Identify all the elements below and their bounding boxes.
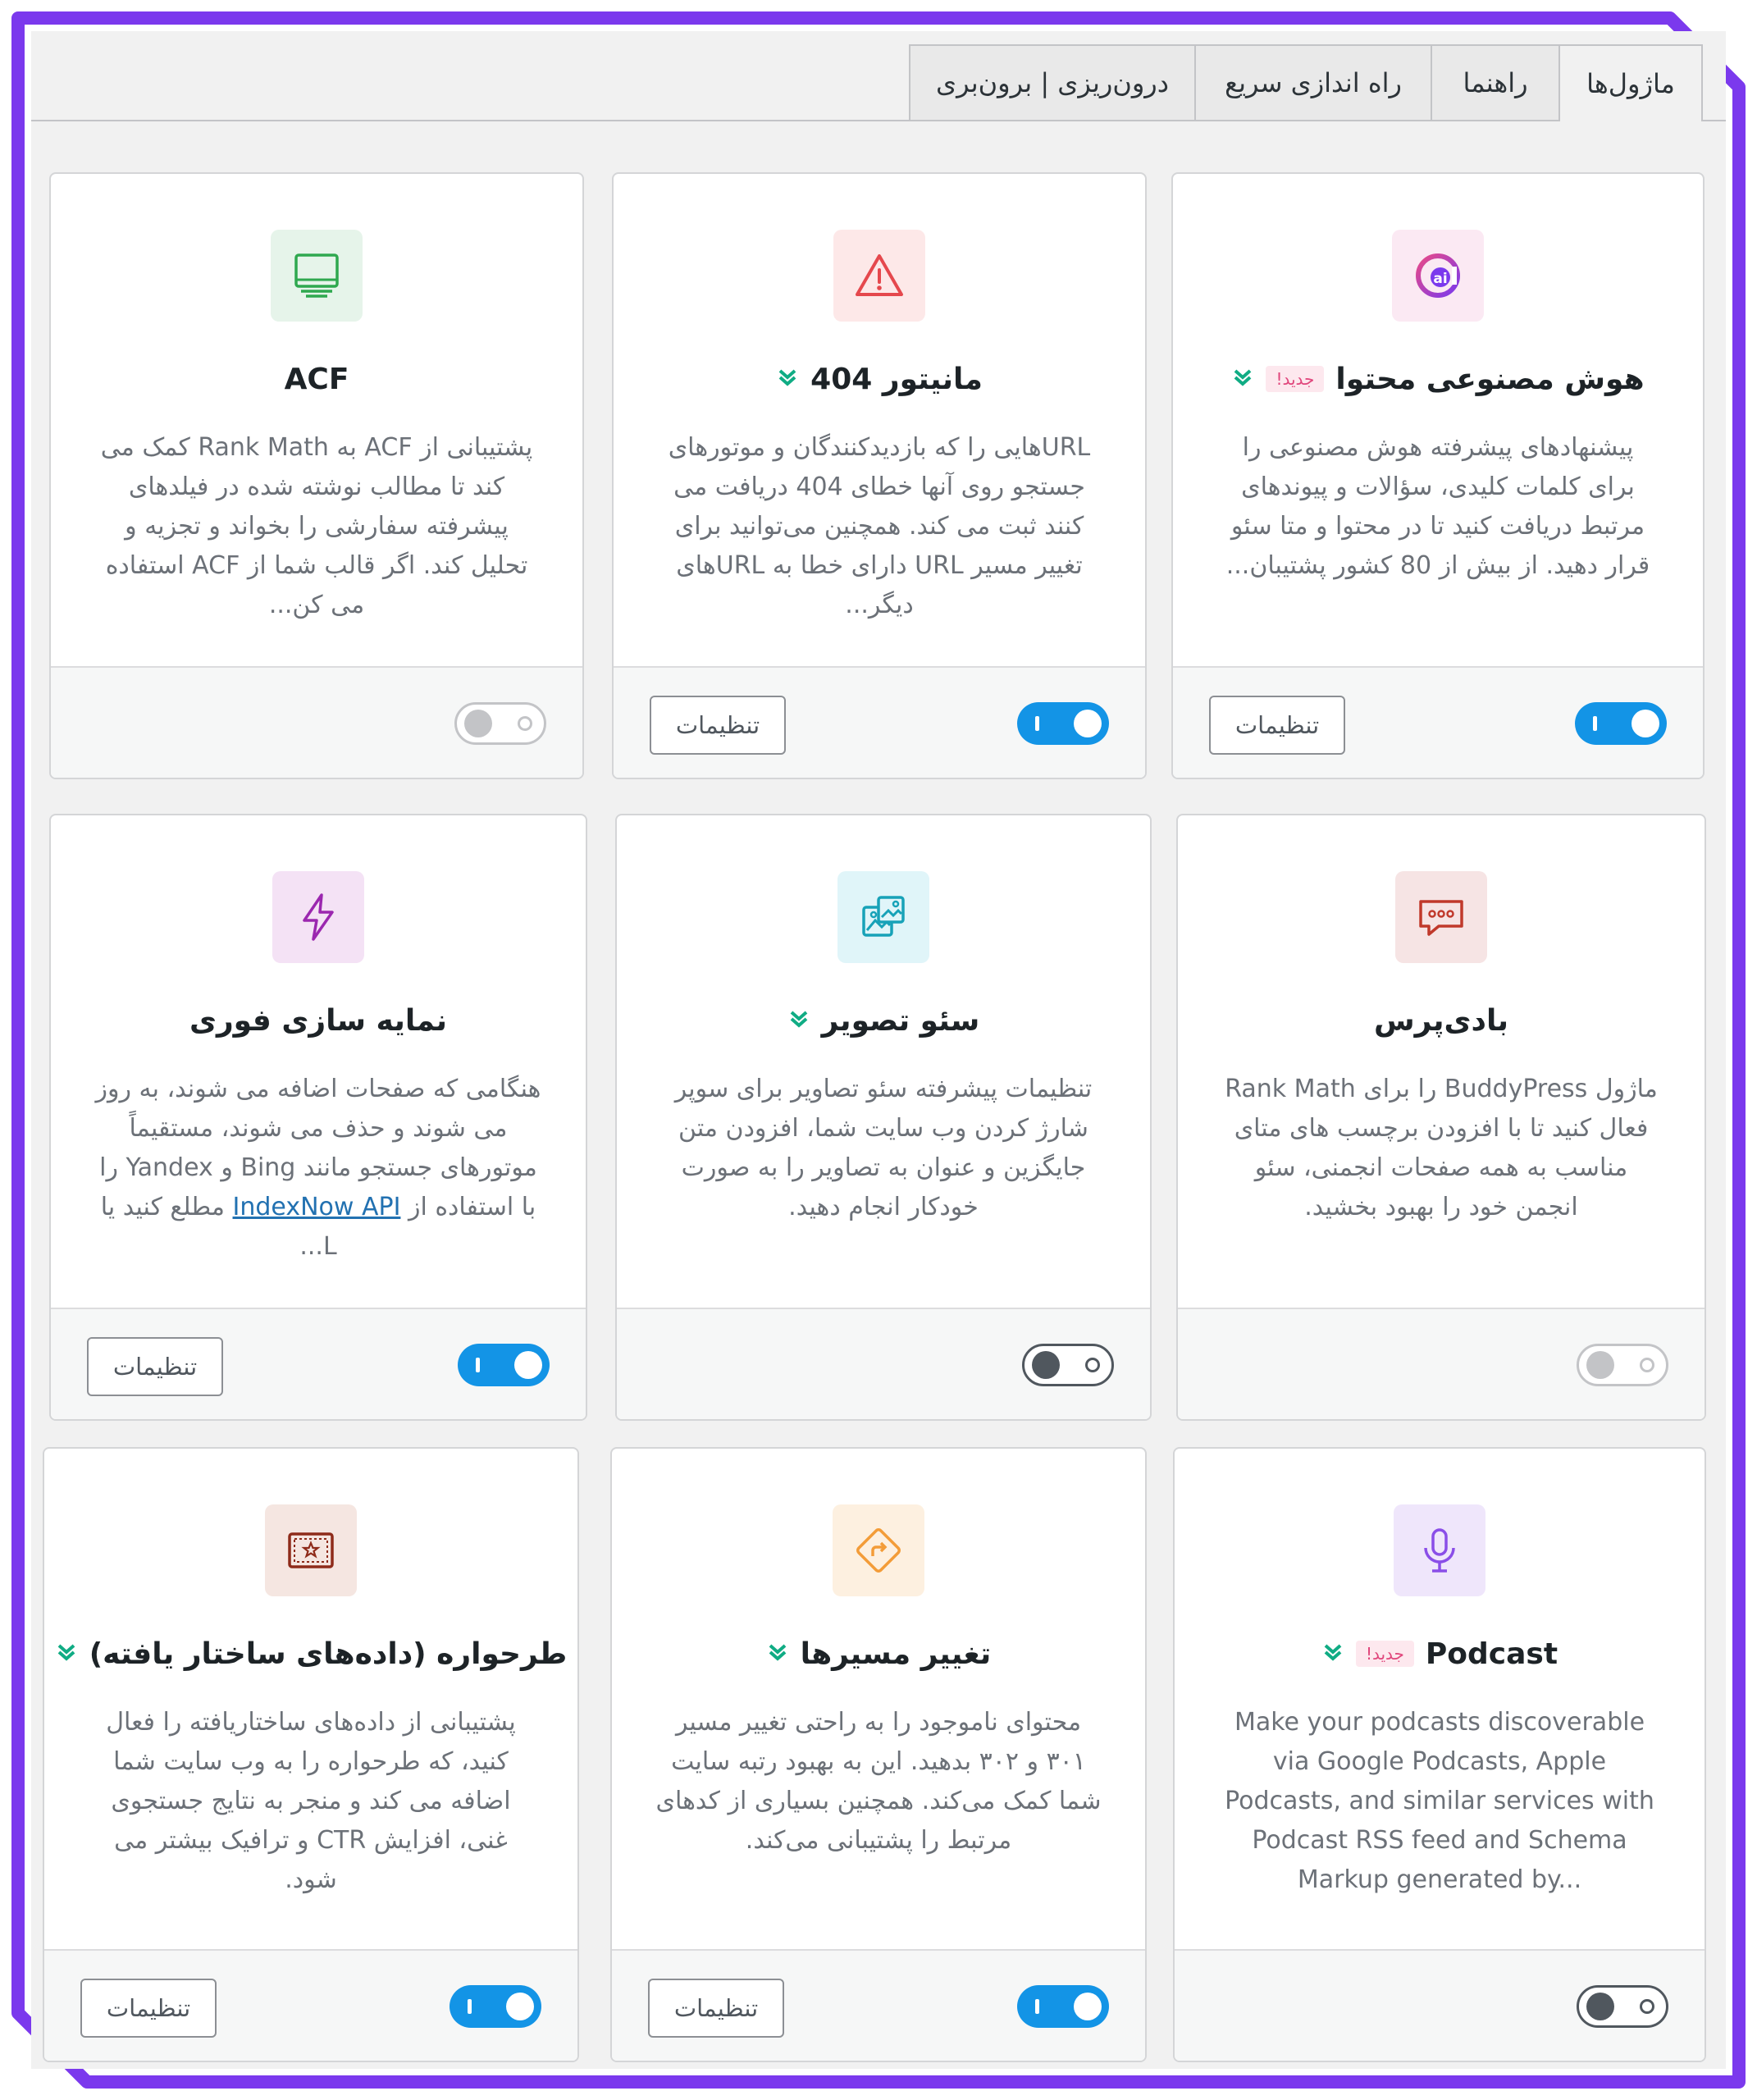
module-card-content-ai: ai هوش مصنوعی محتوا جدید! پیشنهادهای پیش… — [1171, 172, 1705, 779]
chevron-down-icon[interactable] — [1321, 1641, 1344, 1667]
card-footer — [1175, 1949, 1705, 2061]
module-card-redirections: تغییر مسیرها محتوای ناموجود را به راحتی … — [610, 1447, 1147, 2062]
settings-button[interactable]: تنظیمات — [1209, 696, 1345, 755]
module-title: هوش مصنوعی محتوا — [1335, 362, 1645, 396]
modules-panel: ماژول‌ها راهنما راه اندازی سریع درون‌ریز… — [31, 31, 1726, 2069]
module-title: بادی‌پرس — [1373, 1003, 1509, 1038]
module-card-acf: ACF پشتیبانی از ACF به Rank Math کمک می … — [49, 172, 584, 779]
settings-button[interactable]: تنظیمات — [80, 1979, 217, 2038]
module-title: نمایه سازی فوری — [189, 1003, 448, 1038]
card-footer: تنظیمات — [612, 1949, 1145, 2061]
module-card-schema: طرحواره (داده‌های ساختار یافته) پشتیبانی… — [43, 1447, 579, 2062]
lightning-bolt-icon — [272, 871, 364, 963]
module-card-404-monitor: مانیتور 404 URLهایی را که بازدیدکنندگان … — [612, 172, 1147, 779]
indexnow-api-link[interactable]: IndexNow API — [233, 1193, 401, 1221]
chevron-down-icon[interactable] — [787, 1007, 810, 1034]
card-footer — [51, 666, 582, 778]
module-title: ACF — [284, 362, 349, 396]
chat-dots-icon — [1395, 871, 1487, 963]
card-footer: تنظیمات — [51, 1308, 586, 1419]
tab-help-label: راهنما — [1463, 67, 1528, 98]
module-toggle[interactable] — [450, 1985, 541, 2028]
module-description: پیشنهادهای پیشرفته هوش مصنوعی را برای کل… — [1225, 433, 1650, 580]
card-footer — [617, 1308, 1150, 1419]
tab-modules-label: ماژول‌ها — [1586, 68, 1675, 99]
module-description: URLهایی را که بازدیدکنندگان و موتورهای ج… — [668, 433, 1091, 619]
module-description: ماژول BuddyPress را برای Rank Math فعال … — [1225, 1075, 1658, 1221]
module-title: Podcast — [1425, 1637, 1558, 1671]
monitor-screen-icon — [271, 230, 363, 322]
module-card-instant-indexing: نمایه سازی فوری هنگامی که صفحات اضافه می… — [49, 814, 587, 1421]
card-footer: تنظیمات — [614, 666, 1145, 778]
tab-modules[interactable]: ماژول‌ها — [1558, 44, 1703, 121]
module-description: محتوای ناموجود را به راحتی تغییر مسیر ۳۰… — [655, 1708, 1102, 1855]
card-footer: تنظیمات — [44, 1949, 577, 2061]
warning-triangle-icon — [833, 230, 925, 322]
svg-text:ai: ai — [1433, 271, 1447, 287]
module-description: پشتیبانی از داده‌های ساختاریافته را فعال… — [106, 1708, 516, 1894]
module-toggle[interactable] — [1577, 1344, 1668, 1386]
module-toggle[interactable] — [458, 1344, 550, 1386]
module-toggle[interactable] — [1017, 1985, 1109, 2028]
module-card-image-seo: سئو تصویر تنظیمات پیشرفته سئو تصاویر برا… — [615, 814, 1152, 1421]
settings-button[interactable]: تنظیمات — [648, 1979, 784, 2038]
settings-button[interactable]: تنظیمات — [650, 696, 786, 755]
settings-button[interactable]: تنظیمات — [87, 1337, 223, 1396]
images-icon — [837, 871, 929, 963]
tab-help[interactable]: راهنما — [1431, 44, 1560, 120]
redirect-diamond-icon — [833, 1504, 924, 1596]
new-badge: جدید! — [1266, 366, 1325, 392]
module-description: Make your podcasts discoverable via Goog… — [1225, 1708, 1654, 1894]
card-footer: تنظیمات — [1173, 666, 1703, 778]
card-footer — [1178, 1308, 1705, 1419]
schema-certificate-icon — [265, 1504, 357, 1596]
module-description: پشتیبانی از ACF به Rank Math کمک می کند … — [100, 433, 533, 619]
module-card-buddypress: بادی‌پرس ماژول BuddyPress را برای Rank M… — [1176, 814, 1706, 1421]
module-card-podcast: Podcast جدید! Make your podcasts discove… — [1173, 1447, 1706, 2062]
module-title: طرحواره (داده‌های ساختار یافته) — [89, 1637, 568, 1671]
module-description: هنگامی که صفحات اضافه می شوند، به روز می… — [94, 1070, 543, 1267]
ai-at-icon: ai — [1392, 230, 1484, 322]
module-title: مانیتور 404 — [810, 362, 983, 396]
module-toggle[interactable] — [454, 702, 546, 745]
tab-setup-wizard-label: راه اندازی سریع — [1225, 67, 1402, 98]
module-toggle[interactable] — [1577, 1985, 1668, 2028]
new-badge: جدید! — [1355, 1641, 1414, 1667]
tab-import-export[interactable]: درون‌ریزی | برون‌بری — [909, 44, 1196, 120]
module-title: سئو تصویر — [821, 1003, 980, 1038]
tab-setup-wizard[interactable]: راه اندازی سریع — [1194, 44, 1432, 120]
tab-import-export-label: درون‌ریزی | برون‌بری — [936, 67, 1169, 98]
module-toggle[interactable] — [1575, 702, 1667, 745]
module-description: تنظیمات پیشرفته سئو تصاویر برای سوپر شار… — [674, 1075, 1093, 1221]
microphone-icon — [1394, 1504, 1485, 1596]
chevron-down-icon[interactable] — [766, 1641, 789, 1667]
module-title: تغییر مسیرها — [800, 1637, 992, 1671]
chevron-down-icon[interactable] — [776, 366, 799, 392]
chevron-down-icon[interactable] — [1231, 366, 1254, 392]
chevron-down-icon[interactable] — [55, 1641, 78, 1667]
module-toggle[interactable] — [1022, 1344, 1114, 1386]
tab-bar: ماژول‌ها راهنما راه اندازی سریع درون‌ریز… — [31, 31, 1726, 121]
module-toggle[interactable] — [1017, 702, 1109, 745]
